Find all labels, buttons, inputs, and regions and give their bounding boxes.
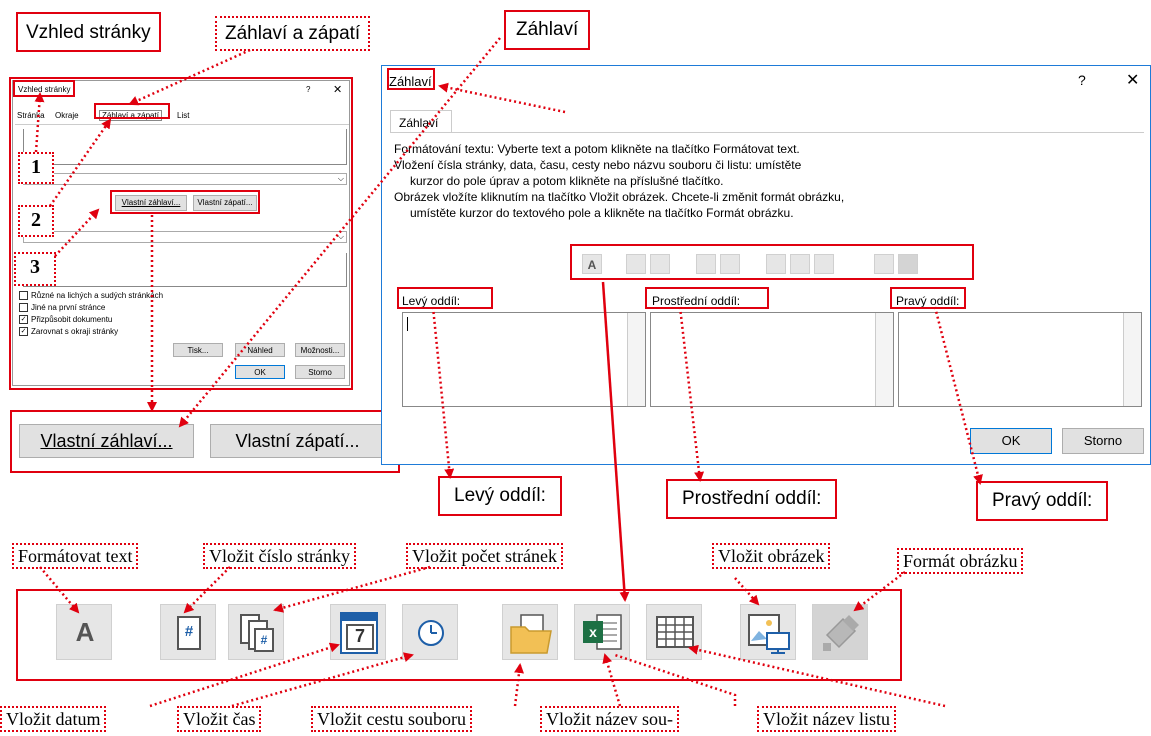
- option-label: Přizpůsobit dokumentu: [31, 315, 113, 324]
- instructions: Formátování textu: Vyberte text a potom …: [394, 141, 844, 221]
- preview-button[interactable]: Náhled: [235, 343, 285, 357]
- zoom-right-section: Pravý oddíl:: [976, 481, 1109, 521]
- header-dropdown[interactable]: ⌵: [23, 173, 347, 185]
- option-label: Různé na lichých a sudých stránkách: [31, 291, 164, 300]
- custom-footer-button-zoom[interactable]: Vlastní zápatí...: [210, 424, 385, 458]
- instruction-line: umístěte kurzor do textového pole a klik…: [410, 206, 794, 220]
- right-section-textarea[interactable]: [898, 312, 1142, 407]
- print-button[interactable]: Tisk...: [173, 343, 223, 357]
- number-badge-1: 1: [18, 152, 54, 184]
- custom-buttons-highlight: [110, 190, 260, 214]
- label-page-count: Vložit počet stránek: [406, 543, 563, 569]
- label-file-path: Vložit cestu souboru: [311, 706, 472, 732]
- header-preview-box: [23, 129, 347, 165]
- label-page-setup: Vzhled stránky: [16, 12, 161, 52]
- option-label: Zarovnat s okraji stránky: [31, 327, 119, 336]
- tab-header[interactable]: Záhlaví: [390, 110, 452, 132]
- number-badge-3: 3: [14, 252, 56, 286]
- center-section-highlight: [645, 287, 769, 309]
- help-icon[interactable]: ?: [1078, 72, 1086, 88]
- option-label: Jiné na první stránce: [31, 303, 106, 312]
- toolbar-highlight: [570, 244, 974, 280]
- text-cursor: [407, 317, 408, 331]
- format-text-button[interactable]: A: [56, 604, 112, 660]
- options-button[interactable]: Možnosti...: [295, 343, 345, 357]
- scrollbar[interactable]: [627, 313, 645, 406]
- scrollbar[interactable]: [1123, 313, 1141, 406]
- format-picture-button[interactable]: [812, 604, 868, 660]
- cancel-button[interactable]: Storno: [295, 365, 345, 379]
- label-sheet-name: Vložit název listu: [757, 706, 896, 732]
- custom-header-button-zoom[interactable]: Vlastní záhlaví...: [19, 424, 194, 458]
- page-number-glyph: #: [184, 623, 194, 640]
- insert-picture-button[interactable]: [740, 604, 796, 660]
- left-section-textarea[interactable]: [402, 312, 646, 407]
- option-first-page[interactable]: Jiné na první stránce: [19, 303, 106, 313]
- picture-icon: [748, 614, 790, 654]
- header-title-highlight: [387, 68, 435, 90]
- clock-icon: [418, 620, 444, 646]
- instruction-line: kurzor do pole úprav a potom klikněte na…: [410, 174, 724, 188]
- time-button[interactable]: [402, 604, 458, 660]
- help-icon[interactable]: ?: [306, 85, 310, 94]
- sheet-name-button[interactable]: [646, 604, 702, 660]
- close-icon[interactable]: ✕: [1126, 70, 1139, 90]
- chevron-down-icon: ⌵: [337, 232, 344, 241]
- option-odd-even[interactable]: Různé na lichých a sudých stránkách: [19, 291, 164, 301]
- number-badge-2: 2: [18, 205, 54, 237]
- label-file-name: Vložit název sou-: [540, 706, 679, 732]
- close-icon[interactable]: ✕: [333, 83, 342, 96]
- tab-page[interactable]: Stránka: [17, 111, 45, 120]
- footer-dropdown[interactable]: ⌵: [23, 231, 347, 243]
- page-count-button[interactable]: #: [228, 604, 284, 660]
- label-page-number: Vložit číslo stránky: [203, 543, 356, 569]
- tab-header-label: Záhlaví: [399, 116, 439, 130]
- label-format-picture: Formát obrázku: [897, 548, 1024, 574]
- option-align-margins[interactable]: ✓ Zarovnat s okraji stránky: [19, 327, 119, 337]
- page-count-glyph: #: [260, 633, 268, 647]
- instruction-line: Obrázek vložíte kliknutím na tlačítko Vl…: [394, 190, 845, 204]
- tab-sheet[interactable]: List: [177, 111, 189, 120]
- tab-highlight: [94, 103, 170, 119]
- right-section-highlight: [890, 287, 966, 309]
- label-insert-picture: Vložit obrázek: [712, 543, 831, 569]
- left-section-highlight: [397, 287, 493, 309]
- page-setup-dialog: Vzhled stránky ? ✕ Stránka Okraje Záhlav…: [12, 80, 350, 386]
- cancel-button[interactable]: Storno: [1062, 428, 1144, 454]
- tab-margins[interactable]: Okraje: [55, 111, 79, 120]
- center-section-textarea[interactable]: [650, 312, 894, 407]
- sheet-grid-icon: [656, 616, 694, 648]
- scrollbar[interactable]: [875, 313, 893, 406]
- instruction-line: Formátování textu: Vyberte text a potom …: [394, 142, 800, 156]
- zoom-center-section: Prostřední oddíl:: [666, 479, 838, 519]
- folder-icon: [510, 614, 552, 654]
- calendar-day: 7: [354, 626, 365, 646]
- footer-preview-box: [23, 253, 347, 287]
- label-header: Záhlaví: [504, 10, 591, 50]
- tab-strip: Stránka Okraje Záhlaví a zápatí List: [15, 107, 349, 125]
- svg-text:x: x: [589, 624, 597, 640]
- ok-button[interactable]: OK: [970, 428, 1052, 454]
- label-time: Vložit čas: [177, 706, 262, 732]
- label-date: Vložit datum: [0, 706, 107, 732]
- instruction-line: Vložení čísla stránky, data, času, cesty…: [394, 158, 802, 172]
- label-header-footer: Záhlaví a zápatí: [215, 16, 371, 51]
- tab-content-border: [390, 132, 1144, 133]
- date-button[interactable]: 7: [330, 604, 386, 660]
- file-path-button[interactable]: [502, 604, 558, 660]
- option-scale-with-doc[interactable]: ✓ Přizpůsobit dokumentu: [19, 315, 113, 325]
- format-picture-icon: [823, 615, 859, 651]
- zoom-left-section: Levý oddíl:: [438, 476, 562, 516]
- chevron-down-icon: ⌵: [337, 174, 344, 183]
- excel-file-icon: x: [583, 614, 622, 650]
- title-highlight: [13, 80, 75, 97]
- ok-button[interactable]: OK: [235, 365, 285, 379]
- file-name-button[interactable]: x: [574, 604, 630, 660]
- page-number-button[interactable]: #: [160, 604, 216, 660]
- label-format-text: Formátovat text: [12, 543, 139, 569]
- format-text-icon: A: [75, 617, 95, 647]
